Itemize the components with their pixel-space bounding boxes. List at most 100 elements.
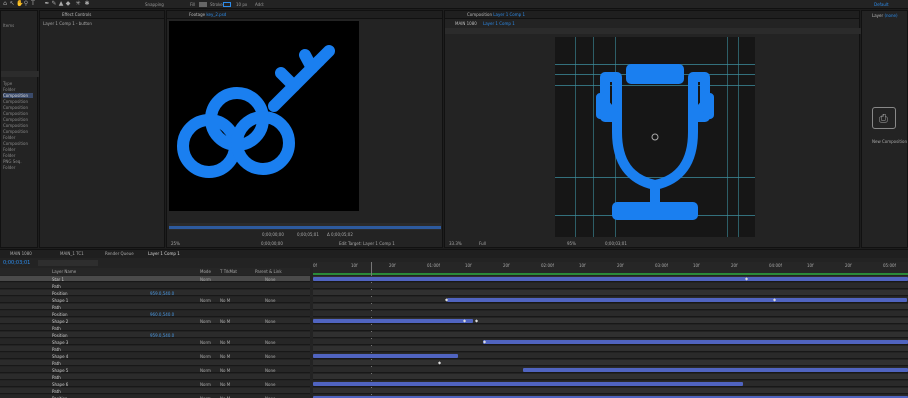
layer-trkmat[interactable]: No M xyxy=(220,319,230,324)
layer-duration-bar[interactable] xyxy=(523,368,908,372)
timeline-layer-row[interactable]: Shape 5 Norm No M None xyxy=(0,367,310,373)
zoom-tool-icon[interactable]: ⚲ xyxy=(23,1,29,7)
layer-parent[interactable]: None xyxy=(265,340,275,345)
time-ruler[interactable]: 0f 10f 20f 01:00f 10f 20f 02:00f 10f 20f 03:00f 10… xyxy=(313,262,908,275)
timeline-layer-row[interactable]: Star 1 Norm None xyxy=(0,276,310,282)
footage-work-area[interactable] xyxy=(169,226,441,229)
layer-name[interactable]: Shape 1 xyxy=(52,298,68,303)
project-item[interactable]: Composition xyxy=(3,93,33,98)
comp-timecode[interactable]: 0;00;03;01 xyxy=(605,241,627,246)
comp-viewer[interactable] xyxy=(555,37,755,237)
layer-parent[interactable]: None xyxy=(265,368,275,373)
project-item[interactable]: Composition xyxy=(3,123,28,128)
comp-quality[interactable]: Full xyxy=(479,241,486,246)
layer-name[interactable]: Shape 3 xyxy=(52,340,68,345)
timeline-search[interactable] xyxy=(38,260,98,266)
timeline-layer-row[interactable]: Shape 1 Norm No M None xyxy=(0,297,310,303)
timeline-layer-row[interactable]: Path xyxy=(0,346,310,352)
layer-parent[interactable]: None xyxy=(265,382,275,387)
keyframe-icon[interactable]: ◆ xyxy=(463,319,466,323)
new-composition-label[interactable]: New Composition xyxy=(872,139,907,144)
layer-name[interactable]: Shape 6 xyxy=(52,382,68,387)
keyframe-icon[interactable]: ◆ xyxy=(773,298,776,302)
project-item[interactable]: Composition xyxy=(3,141,28,146)
hand-tool-icon[interactable]: ✋ xyxy=(16,1,23,7)
layer-name[interactable]: Star 1 xyxy=(52,277,64,282)
layer-name[interactable]: Shape 2 xyxy=(52,319,68,324)
layer-parent[interactable]: None xyxy=(265,319,275,324)
layer-name[interactable]: Position xyxy=(52,291,68,296)
layer-name[interactable]: Shape 5 xyxy=(52,368,68,373)
layer-trkmat[interactable]: No M xyxy=(220,354,230,359)
fill-swatch[interactable] xyxy=(199,2,207,7)
layer-name[interactable]: Path xyxy=(52,361,61,366)
comp-zoom[interactable]: 33.3% xyxy=(449,241,462,246)
timeline-layer-row[interactable]: Shape 2 Norm No M None xyxy=(0,318,310,324)
layer-value[interactable]: 960.0,540.0 xyxy=(150,312,174,317)
add-label[interactable]: Add: xyxy=(255,2,264,7)
project-item[interactable]: Composition xyxy=(3,99,28,104)
footage-timecode[interactable]: 0;00;00;00 xyxy=(262,232,284,237)
project-item[interactable]: Folder xyxy=(3,135,15,140)
layer-name[interactable]: Path xyxy=(52,305,61,310)
timeline-layer-row[interactable]: Path xyxy=(0,325,310,331)
timeline-layer-row[interactable]: Shape 4 Norm No M None xyxy=(0,353,310,359)
footage-viewer[interactable] xyxy=(169,21,359,211)
layer-parent[interactable]: None xyxy=(265,298,275,303)
layer-trkmat[interactable]: No M xyxy=(220,298,230,303)
layer-name[interactable]: Path xyxy=(52,326,61,331)
timeline-tab[interactable]: MAIN_1 TC1 xyxy=(60,251,84,256)
timeline-layer-row[interactable]: Shape 3 Norm No M None xyxy=(0,339,310,345)
selection-tool-icon[interactable]: ↖ xyxy=(9,1,15,7)
layer-mode[interactable]: Norm xyxy=(200,340,211,345)
puppet-tool-icon[interactable]: ✳ xyxy=(75,1,81,7)
layer-name[interactable]: Position xyxy=(52,333,68,338)
layer-duration-bar[interactable] xyxy=(483,340,908,344)
breadcrumb-layer[interactable]: Layer 1 Comp 1 xyxy=(483,21,515,26)
timeline-timecode[interactable]: 0;00;03;01 xyxy=(3,260,30,266)
keyframe-icon[interactable]: ◆ xyxy=(438,361,441,365)
work-area-bar[interactable] xyxy=(313,273,908,275)
new-composition-button[interactable]: ⎙ xyxy=(872,107,896,129)
layer-trkmat[interactable]: No M xyxy=(220,368,230,373)
project-item[interactable]: Folder xyxy=(3,147,15,152)
layer-name[interactable]: Path xyxy=(52,375,61,380)
layer-mode[interactable]: Norm xyxy=(200,319,211,324)
effect-controls-tab[interactable]: Effect Controls xyxy=(62,12,91,17)
layer-name[interactable]: Path xyxy=(52,347,61,352)
timeline-tab[interactable]: Render Queue xyxy=(105,251,134,256)
timeline-layer-row[interactable]: Path xyxy=(0,374,310,380)
stroke-width[interactable]: 10 px xyxy=(236,2,247,7)
timeline-layer-row[interactable]: Position 959.0,540.0 xyxy=(0,290,310,296)
footage-zoom[interactable]: 25% xyxy=(171,241,180,246)
pen-tool-icon[interactable]: ✒ xyxy=(44,1,50,7)
footage-tab[interactable]: Footage key_2.psd xyxy=(189,12,226,17)
layer-value[interactable]: 959.0,540.0 xyxy=(150,291,174,296)
layer-parent[interactable]: None xyxy=(265,354,275,359)
timeline-layer-row[interactable]: Path xyxy=(0,283,310,289)
fill-label[interactable]: Fill xyxy=(190,2,195,7)
timeline-layer-row[interactable]: Path xyxy=(0,304,310,310)
layer-mode[interactable]: Norm xyxy=(200,277,211,282)
layer-duration-bar[interactable] xyxy=(313,319,473,323)
layer-mode[interactable]: Norm xyxy=(200,298,211,303)
eraser-tool-icon[interactable]: ◆ xyxy=(65,1,71,7)
layer-duration-bar[interactable] xyxy=(447,298,907,302)
brush-tool-icon[interactable]: ✎ xyxy=(51,1,57,7)
timeline-layer-row[interactable]: Position 959.0,540.0 xyxy=(0,332,310,338)
stroke-swatch[interactable] xyxy=(223,2,231,7)
timeline-layer-row[interactable]: Path xyxy=(0,360,310,366)
timeline-layer-row[interactable]: Path xyxy=(0,388,310,394)
workspace-default[interactable]: Default xyxy=(874,2,889,7)
layer-trkmat[interactable]: No M xyxy=(220,340,230,345)
layer-name[interactable]: Path xyxy=(52,284,61,289)
project-item[interactable]: Folder xyxy=(3,153,15,158)
timeline-tab[interactable]: Layer 1 Comp 1 xyxy=(148,251,180,256)
keyframe-icon[interactable]: ◆ xyxy=(483,340,486,344)
layer-mode[interactable]: Norm xyxy=(200,382,211,387)
timeline-layer-row[interactable]: Position 960.0,540.0 xyxy=(0,311,310,317)
layer-duration-bar[interactable] xyxy=(313,354,458,358)
layer-duration-bar[interactable] xyxy=(313,277,908,281)
footage-bottom-timecode[interactable]: 0;00;00;00 xyxy=(261,241,283,246)
breadcrumb-main[interactable]: MAIN 1080 xyxy=(455,21,477,26)
